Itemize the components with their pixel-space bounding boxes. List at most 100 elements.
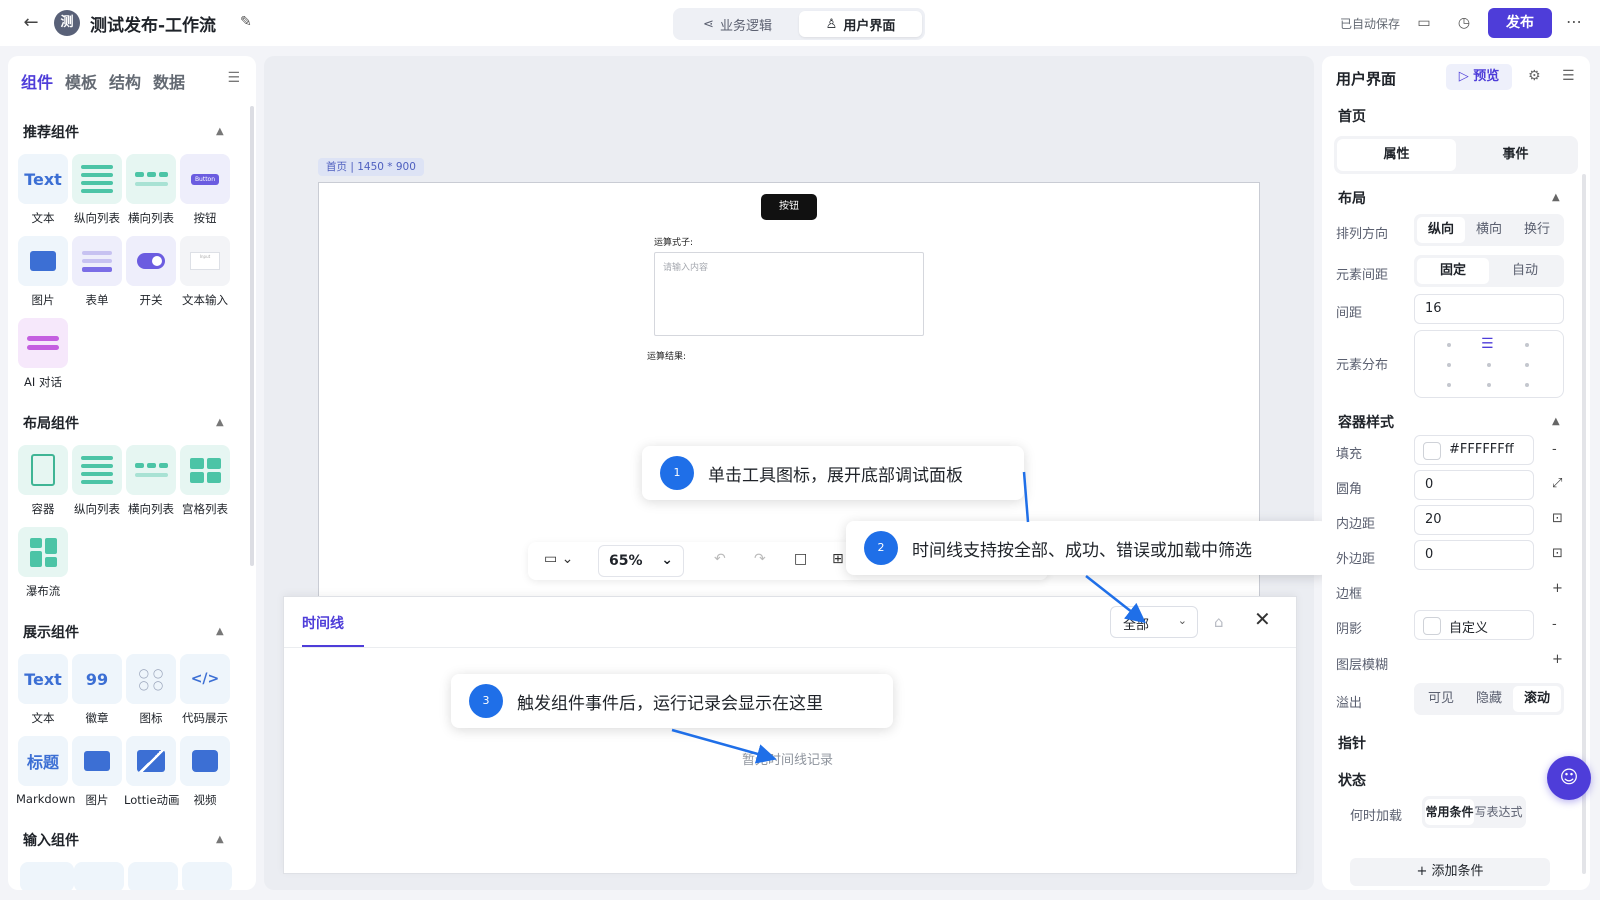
component-video[interactable]: 视频	[178, 736, 232, 808]
scrollbar[interactable]	[250, 106, 254, 566]
spacing-input[interactable]: 16	[1414, 294, 1564, 324]
component-text[interactable]: Text 文本	[16, 154, 70, 226]
more-icon[interactable]: ⋯	[1566, 12, 1582, 31]
settings-icon[interactable]: ⚙	[1528, 68, 1541, 84]
component-ai-chat[interactable]: AI 对话	[16, 318, 70, 390]
expand-corners-icon[interactable]: ⤢	[1552, 476, 1562, 491]
redo-icon[interactable]: ↷	[754, 551, 766, 567]
undo-icon[interactable]: ↶	[714, 551, 726, 567]
shadow-input[interactable]: 自定义	[1414, 610, 1534, 640]
padding-sides-icon[interactable]: ⊡	[1552, 511, 1563, 526]
preview-button[interactable]: ▷ 预览	[1446, 64, 1512, 90]
callout-number: 1	[660, 456, 694, 490]
timeline-filter-select[interactable]: 全部 ⌄	[1110, 606, 1198, 638]
component-code-display[interactable]: </> 代码展示	[178, 654, 232, 726]
padding-input[interactable]: 20	[1414, 505, 1534, 535]
add-condition-button[interactable]: + 添加条件	[1350, 858, 1550, 886]
add-blur-icon[interactable]: +	[1552, 652, 1563, 667]
tab-business-logic[interactable]: ⋖ 业务逻辑	[676, 11, 799, 37]
component-text[interactable]: Text 文本	[16, 654, 70, 726]
section-title-display: 展示组件	[23, 625, 79, 641]
page-tag[interactable]: 首页 | 1450 * 900	[318, 158, 424, 176]
component-markdown[interactable]: 标题 Markdown	[16, 736, 75, 806]
component-badge[interactable]: 99 徽章	[70, 654, 124, 726]
component-image[interactable]: 图片	[16, 236, 70, 308]
overflow-hidden[interactable]: 隐藏	[1465, 686, 1513, 712]
tab-components[interactable]: 组件	[21, 69, 53, 93]
collapse-panel-icon[interactable]: ☰	[227, 70, 240, 86]
margin-input[interactable]: 0	[1414, 540, 1534, 570]
edit-icon[interactable]: ✎	[240, 14, 256, 30]
vertical-list-icon	[72, 154, 122, 204]
margin-sides-icon[interactable]: ⊡	[1552, 546, 1563, 561]
video-icon	[192, 750, 218, 772]
component-lottie[interactable]: Lottie动画	[124, 736, 180, 808]
component-vertical-list[interactable]: 纵向列表	[70, 154, 124, 226]
ai-chat-icon	[18, 318, 68, 368]
load-expression[interactable]: 写表达式	[1474, 799, 1523, 825]
history-icon[interactable]: ◷	[1454, 13, 1474, 33]
device-icon[interactable]: ▭ ⌄	[544, 551, 573, 567]
component-horizontal-list[interactable]: 横向列表	[124, 154, 178, 226]
overflow-scroll[interactable]: 滚动	[1513, 686, 1561, 712]
overflow-segment: 可见 隐藏 滚动	[1414, 683, 1564, 715]
publish-button[interactable]: 发布	[1488, 8, 1552, 38]
save-icon[interactable]: ▭	[1414, 13, 1434, 33]
grid-icon[interactable]: ⊞	[832, 551, 844, 567]
gap-fixed[interactable]: 固定	[1417, 258, 1489, 284]
color-swatch[interactable]	[1423, 442, 1441, 460]
distribution-grid[interactable]: ☰	[1414, 330, 1564, 398]
component-image[interactable]: 图片	[70, 736, 124, 808]
component-button[interactable]: Button 按钮	[178, 154, 232, 226]
collapse-caret-icon[interactable]: ▲	[1552, 192, 1560, 203]
tab-properties[interactable]: 属性	[1337, 139, 1456, 171]
load-common[interactable]: 常用条件	[1425, 799, 1474, 825]
direction-wrap[interactable]: 换行	[1513, 217, 1561, 243]
direction-vertical[interactable]: 纵向	[1417, 217, 1465, 243]
canvas-button[interactable]: 按钮	[761, 194, 817, 220]
component-horizontal-list[interactable]: 横向列表	[124, 445, 178, 517]
shadow-swatch[interactable]	[1423, 617, 1441, 635]
zoom-select[interactable]: 65% ⌄	[598, 545, 684, 577]
app-title: 测试发布-工作流	[90, 16, 217, 36]
collapse-caret-icon[interactable]: ▲	[216, 834, 224, 845]
add-border-icon[interactable]: +	[1552, 581, 1563, 596]
formula-placeholder: 请输入内容	[663, 263, 709, 273]
component-switch[interactable]: 开关	[124, 236, 178, 308]
radius-input[interactable]: 0	[1414, 470, 1534, 500]
component-icon[interactable]: ○ ○ ○ ○ 图标	[124, 654, 178, 726]
direction-horizontal[interactable]: 横向	[1465, 217, 1513, 243]
remove-fill-icon[interactable]: -	[1552, 442, 1557, 457]
close-icon[interactable]: ✕	[1254, 607, 1271, 631]
gap-auto[interactable]: 自动	[1489, 258, 1561, 284]
tab-templates[interactable]: 模板	[65, 69, 97, 93]
formula-input[interactable]: 请输入内容	[654, 252, 924, 336]
badge-icon: 99	[85, 669, 109, 689]
component-waterfall[interactable]: 瀑布流	[16, 527, 70, 599]
tab-user-interface[interactable]: ♙ 用户界面	[799, 11, 922, 37]
markdown-icon: 标题	[26, 753, 59, 772]
component-form[interactable]: 表单	[70, 236, 124, 308]
component-vertical-list[interactable]: 纵向列表	[70, 445, 124, 517]
tab-structure[interactable]: 结构	[109, 69, 141, 93]
component-text-input[interactable]: Input 文本输入	[178, 236, 232, 308]
tab-data[interactable]: 数据	[153, 69, 185, 93]
collapse-caret-icon[interactable]: ▲	[216, 126, 224, 137]
component-container[interactable]: 容器	[16, 445, 70, 517]
frame-icon[interactable]: □	[794, 551, 807, 567]
assistant-icon[interactable]: ☺	[1547, 756, 1591, 800]
back-arrow-icon[interactable]: ←	[20, 12, 42, 34]
tab-label: 业务逻辑	[719, 18, 772, 34]
tab-timeline[interactable]: 时间线	[302, 613, 344, 633]
outline-icon[interactable]: ☰	[1562, 68, 1575, 84]
collapse-caret-icon[interactable]: ▲	[216, 626, 224, 637]
collapse-caret-icon[interactable]: ▲	[1552, 416, 1560, 427]
collapse-caret-icon[interactable]: ▲	[216, 417, 224, 428]
overflow-visible[interactable]: 可见	[1417, 686, 1465, 712]
tab-events[interactable]: 事件	[1456, 139, 1575, 171]
app-avatar: 测	[54, 10, 80, 36]
clear-icon[interactable]: ⌂	[1214, 613, 1224, 631]
fill-input[interactable]: #FFFFFFff	[1414, 435, 1534, 465]
component-grid-list[interactable]: 宫格列表	[178, 445, 232, 517]
remove-shadow-icon[interactable]: -	[1552, 617, 1557, 632]
